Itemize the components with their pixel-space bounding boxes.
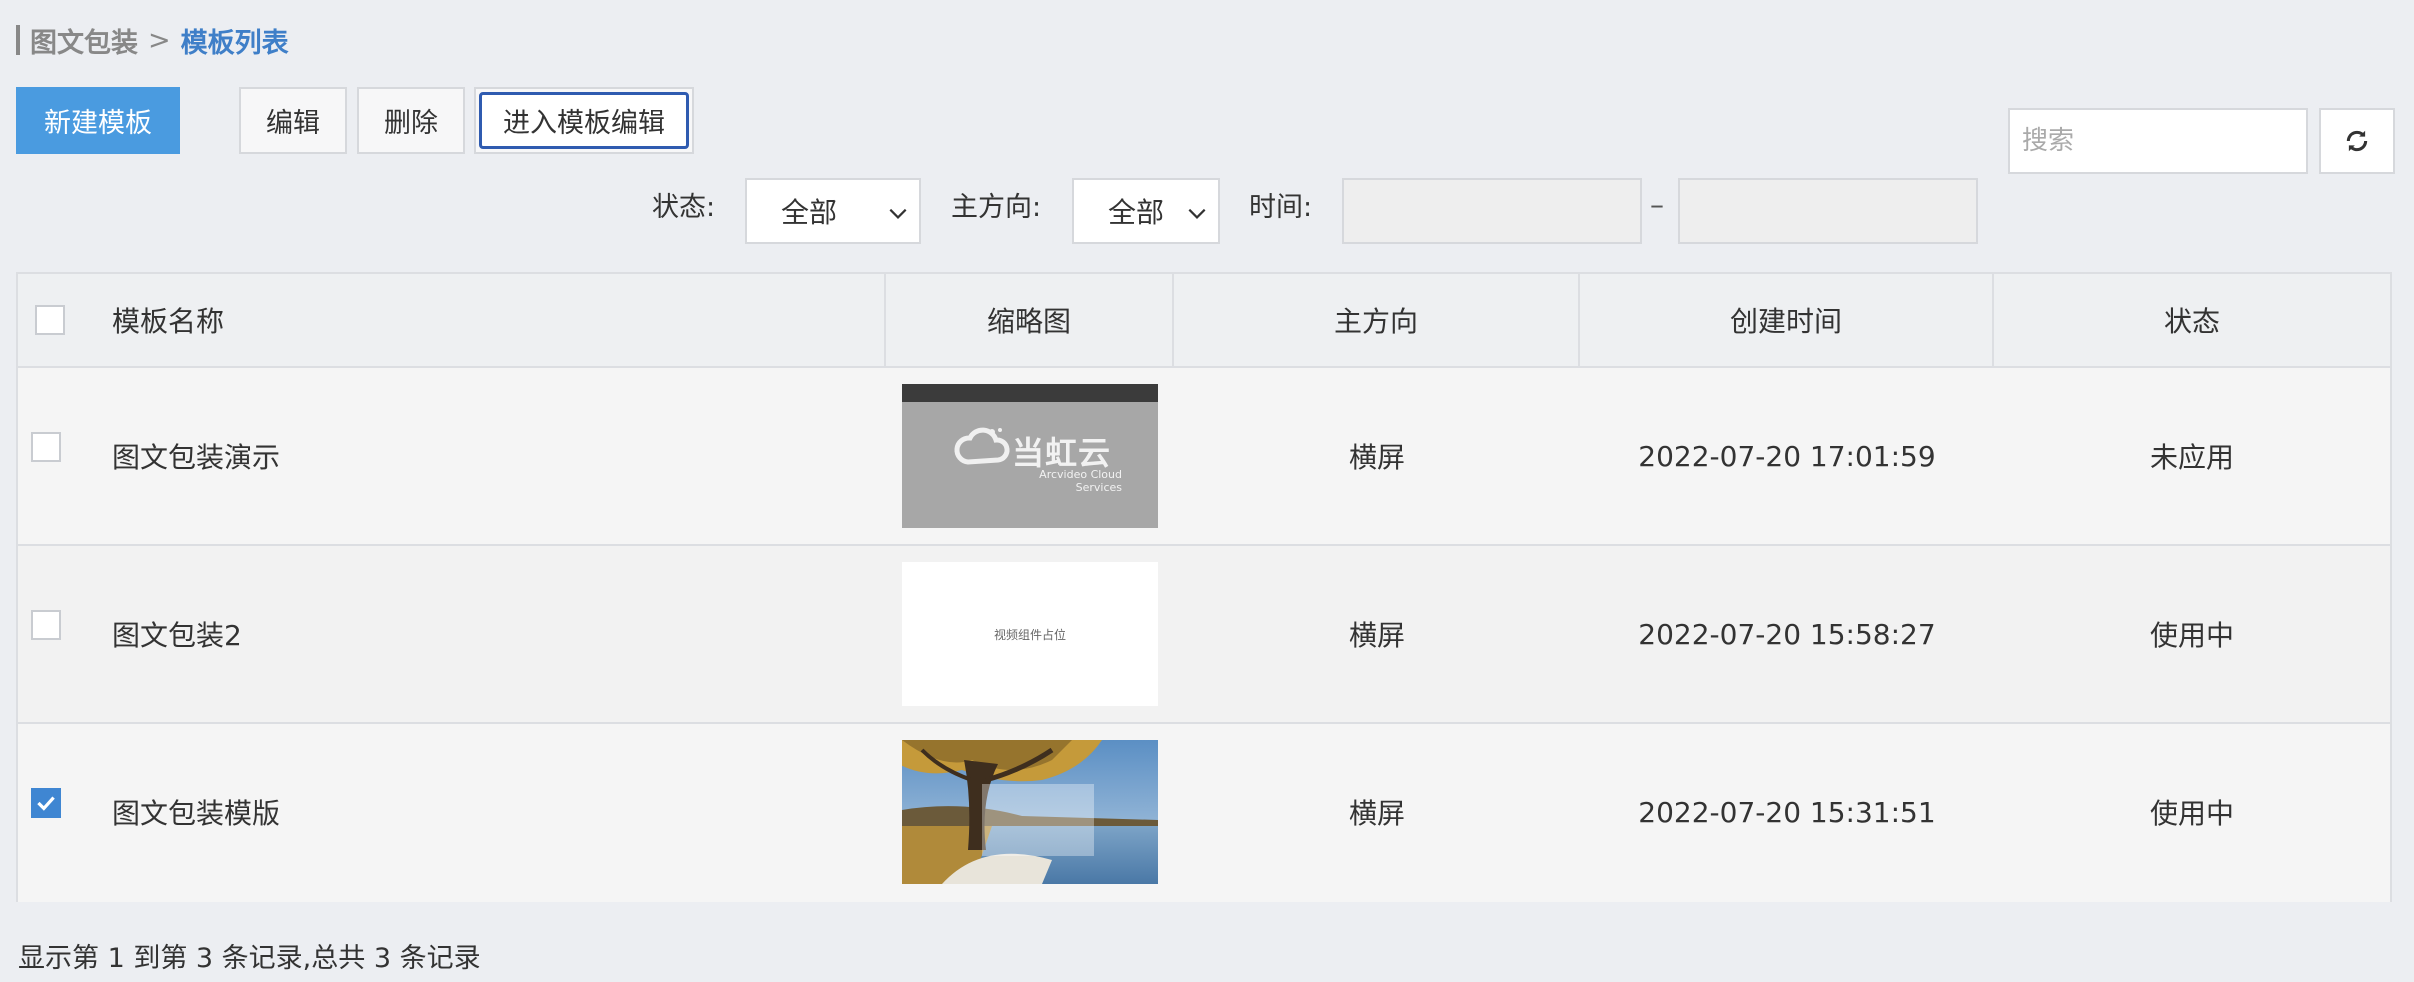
breadcrumb-separator: > bbox=[148, 24, 171, 56]
select-all-checkbox[interactable] bbox=[35, 305, 65, 335]
column-header-name: 模板名称 bbox=[18, 274, 886, 366]
thumb-placeholder-text: 视频组件占位 bbox=[993, 627, 1066, 642]
row-direction: 横屏 bbox=[1348, 619, 1405, 652]
breadcrumb-current: 模板列表 bbox=[180, 27, 289, 59]
column-header-status: 状态 bbox=[2163, 305, 2220, 338]
search-input[interactable] bbox=[2008, 108, 2308, 174]
breadcrumb: 图文包装 > 模板列表 bbox=[16, 20, 289, 60]
row-checkbox[interactable] bbox=[31, 610, 61, 640]
row-thumbnail[interactable]: 视频组件占位 bbox=[902, 562, 1158, 706]
checkmark-icon bbox=[37, 796, 55, 811]
table-row[interactable]: 图文包装演示 当虹云 Arcvideo Cloud Services 横屏 20… bbox=[18, 368, 2390, 546]
time-start-input[interactable] bbox=[1342, 178, 1642, 244]
time-range-separator: – bbox=[1650, 188, 1664, 221]
edit-button[interactable]: 编辑 bbox=[239, 87, 347, 154]
row-thumbnail[interactable]: 当虹云 Arcvideo Cloud Services bbox=[902, 384, 1158, 528]
direction-select-value: 全部 bbox=[1108, 196, 1165, 229]
cloud-logo-icon bbox=[954, 427, 1010, 465]
row-created-time: 2022-07-20 15:58:27 bbox=[1638, 617, 1936, 651]
table-row[interactable]: 图文包装2 视频组件占位 横屏 2022-07-20 15:58:27 使用中 bbox=[18, 546, 2390, 724]
status-select[interactable]: 全部 bbox=[745, 178, 921, 244]
breadcrumb-bar bbox=[16, 25, 20, 55]
table-header: 模板名称 缩略图 主方向 创建时间 状态 bbox=[18, 274, 2390, 368]
row-name: 图文包装2 bbox=[112, 619, 242, 652]
enter-template-editor-button[interactable]: 进入模板编辑 bbox=[479, 92, 689, 149]
chevron-down-icon bbox=[889, 208, 907, 219]
column-header-direction: 主方向 bbox=[1174, 274, 1580, 366]
direction-select[interactable]: 全部 bbox=[1072, 178, 1220, 244]
direction-filter-label: 主方向: bbox=[951, 192, 1042, 223]
column-header-name-label: 模板名称 bbox=[112, 305, 225, 338]
row-created-time: 2022-07-20 15:31:51 bbox=[1638, 795, 1936, 829]
row-checkbox-checked[interactable] bbox=[31, 788, 61, 818]
thumb-logo-subtext: Arcvideo Cloud Services bbox=[1039, 468, 1122, 494]
row-status: 使用中 bbox=[2149, 619, 2234, 652]
status-filter-label: 状态: bbox=[652, 192, 716, 223]
column-header-created: 创建时间 bbox=[1580, 274, 1994, 366]
row-direction: 横屏 bbox=[1348, 441, 1405, 474]
row-created-time: 2022-07-20 17:01:59 bbox=[1638, 439, 1936, 473]
breadcrumb-parent[interactable]: 图文包装 bbox=[30, 21, 138, 60]
template-table: 模板名称 缩略图 主方向 创建时间 状态 图文包装演示 当虹云 Arcvideo… bbox=[16, 272, 2392, 902]
refresh-button[interactable] bbox=[2319, 108, 2395, 174]
row-name: 图文包装模版 bbox=[112, 797, 281, 830]
new-template-button[interactable]: 新建模板 bbox=[16, 87, 180, 154]
pagination-summary: 显示第 1 到第 3 条记录,总共 3 条记录 bbox=[18, 943, 481, 974]
refresh-icon bbox=[2346, 130, 2368, 152]
chevron-down-icon bbox=[1188, 208, 1206, 219]
time-end-input[interactable] bbox=[1678, 178, 1978, 244]
row-status: 使用中 bbox=[2149, 797, 2234, 830]
column-header-thumbnail: 缩略图 bbox=[886, 274, 1174, 366]
landscape-image bbox=[902, 740, 1158, 884]
status-select-value: 全部 bbox=[781, 196, 838, 229]
time-filter-label: 时间: bbox=[1249, 192, 1313, 223]
row-direction: 横屏 bbox=[1348, 797, 1405, 830]
enter-editor-button-wrapper: 进入模板编辑 bbox=[474, 87, 694, 154]
delete-button[interactable]: 删除 bbox=[357, 87, 465, 154]
row-checkbox[interactable] bbox=[31, 432, 61, 462]
row-name: 图文包装演示 bbox=[112, 441, 281, 474]
row-thumbnail[interactable] bbox=[902, 740, 1158, 884]
table-row[interactable]: 图文包装模版 横屏 2022-07-20 15:31:51 使用中 bbox=[18, 724, 2390, 902]
row-status: 未应用 bbox=[2149, 441, 2234, 474]
